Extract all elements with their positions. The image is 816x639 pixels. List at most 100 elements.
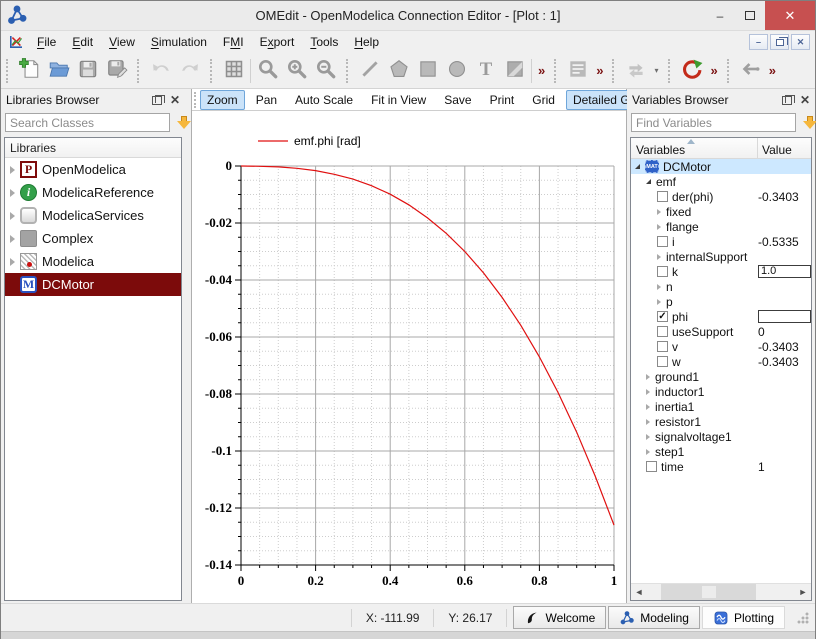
expand-icon[interactable]: [657, 284, 661, 290]
simulation-output-button[interactable]: [563, 56, 592, 85]
variable-checkbox[interactable]: [657, 191, 668, 202]
new-file-button[interactable]: [15, 56, 44, 85]
mdi-restore-button[interactable]: [770, 34, 789, 50]
menu-fmi[interactable]: FMI: [215, 32, 252, 52]
mdi-minimize-button[interactable]: –: [749, 34, 768, 50]
variable-row-fixed[interactable]: fixed: [631, 204, 811, 219]
plot-auto-scale-button[interactable]: Auto Scale: [288, 90, 360, 110]
toolbar-overflow-button[interactable]: »: [592, 63, 606, 78]
plot-save-button[interactable]: Save: [437, 90, 478, 110]
expand-icon[interactable]: [646, 434, 650, 440]
variable-row-ground1[interactable]: ground1: [631, 369, 811, 384]
variable-checkbox[interactable]: ✓: [657, 311, 668, 322]
menu-export[interactable]: Export: [252, 32, 303, 52]
expand-icon[interactable]: [10, 235, 15, 243]
switch-window-button[interactable]: [621, 56, 650, 85]
library-item-dcmotor[interactable]: MDCMotor: [5, 273, 181, 296]
scroll-left-icon[interactable]: ◄: [631, 587, 647, 597]
expand-icon[interactable]: [10, 212, 15, 220]
variable-row-der-phi-[interactable]: der(phi)-0.3403: [631, 189, 811, 204]
dropdown-caret-icon[interactable]: ▾: [650, 66, 662, 75]
variable-row-emf[interactable]: emf: [631, 174, 811, 189]
grid-button[interactable]: [219, 56, 248, 85]
expand-icon[interactable]: [10, 189, 15, 197]
zoom-out-button[interactable]: [311, 56, 340, 85]
variable-row-signalvoltage1[interactable]: signalvoltage1: [631, 429, 811, 444]
menu-simulation[interactable]: Simulation: [143, 32, 215, 52]
menu-tools[interactable]: Tools: [302, 32, 346, 52]
expand-icon[interactable]: [646, 449, 650, 455]
expand-icon[interactable]: [10, 166, 15, 174]
variable-row-resistor1[interactable]: resistor1: [631, 414, 811, 429]
toolbar-drag-handle[interactable]: [210, 59, 214, 83]
variable-row-inertia1[interactable]: inertia1: [631, 399, 811, 414]
search-scope-button[interactable]: [174, 114, 181, 132]
resize-grip[interactable]: [797, 612, 809, 624]
bitmap-shape-button[interactable]: [500, 56, 529, 85]
expand-icon[interactable]: [646, 404, 650, 410]
plotting-view-button[interactable]: Plotting: [702, 606, 785, 629]
menu-view[interactable]: View: [101, 32, 143, 52]
minimize-window-button[interactable]: –: [705, 1, 735, 30]
toolbar-drag-handle[interactable]: [554, 59, 558, 83]
toolbar-overflow-button[interactable]: »: [706, 63, 720, 78]
maximize-window-button[interactable]: [735, 1, 765, 30]
toolbar-overflow-button[interactable]: »: [534, 63, 548, 78]
library-item-modelicaservices[interactable]: ModelicaServices: [5, 204, 181, 227]
variable-row-dcmotor[interactable]: MATDCMotor: [631, 159, 811, 174]
library-item-modelicareference[interactable]: iModelicaReference: [5, 181, 181, 204]
toolbar-drag-handle[interactable]: [346, 59, 350, 83]
rectangle-shape-button[interactable]: [413, 56, 442, 85]
toolbar-drag-handle[interactable]: [137, 59, 141, 83]
variable-checkbox[interactable]: [657, 236, 668, 247]
variable-row-n[interactable]: n: [631, 279, 811, 294]
mdi-close-button[interactable]: ✕: [791, 34, 810, 50]
plot-canvas[interactable]: 00.20.40.60.810-0.02-0.04-0.06-0.08-0.1-…: [192, 111, 626, 603]
close-dock-icon[interactable]: ✕: [800, 95, 810, 105]
reset-zoom-button[interactable]: [253, 56, 282, 85]
close-dock-icon[interactable]: ✕: [170, 95, 180, 105]
variables-filter-button[interactable]: [800, 114, 811, 132]
expand-icon[interactable]: [646, 419, 650, 425]
expand-icon[interactable]: [657, 254, 661, 260]
find-variables-input[interactable]: [631, 113, 796, 132]
variable-value-input[interactable]: [758, 310, 811, 323]
expand-icon[interactable]: [657, 299, 661, 305]
toolbar-drag-handle[interactable]: [6, 59, 10, 83]
variable-row-inductor1[interactable]: inductor1: [631, 384, 811, 399]
collapse-icon[interactable]: [646, 179, 651, 184]
variable-row-i[interactable]: i-0.5335: [631, 234, 811, 249]
variable-checkbox[interactable]: [657, 326, 668, 337]
library-item-complex[interactable]: Complex: [5, 227, 181, 250]
library-item-modelica[interactable]: Modelica: [5, 250, 181, 273]
text-shape-button[interactable]: T: [471, 56, 500, 85]
library-item-openmodelica[interactable]: POpenModelica: [5, 158, 181, 181]
variable-row-phi[interactable]: ✓phi: [631, 309, 811, 324]
polygon-shape-button[interactable]: [384, 56, 413, 85]
float-dock-icon[interactable]: [782, 95, 794, 105]
variable-row-time[interactable]: time1: [631, 459, 811, 474]
expand-icon[interactable]: [646, 389, 650, 395]
sort-ascending-icon[interactable]: [687, 139, 695, 144]
variable-row-p[interactable]: p: [631, 294, 811, 309]
variable-row-w[interactable]: w-0.3403: [631, 354, 811, 369]
zoom-in-button[interactable]: [282, 56, 311, 85]
welcome-view-button[interactable]: Welcome: [513, 606, 606, 629]
redo-button[interactable]: [175, 56, 204, 85]
search-classes-input[interactable]: [5, 113, 170, 132]
collapse-icon[interactable]: [635, 164, 640, 169]
ellipse-shape-button[interactable]: [442, 56, 471, 85]
menu-edit[interactable]: Edit: [64, 32, 101, 52]
close-window-button[interactable]: ✕: [765, 1, 815, 30]
variable-checkbox[interactable]: [646, 461, 657, 472]
modeling-view-button[interactable]: Modeling: [608, 606, 700, 629]
expand-icon[interactable]: [10, 258, 15, 266]
toolbar-drag-handle[interactable]: [612, 59, 616, 83]
plot-grid-button[interactable]: Grid: [525, 90, 562, 110]
save-button[interactable]: [73, 56, 102, 85]
expand-icon[interactable]: [646, 374, 650, 380]
plot-pan-button[interactable]: Pan: [249, 90, 284, 110]
variable-checkbox[interactable]: [657, 341, 668, 352]
open-model-button[interactable]: [44, 56, 73, 85]
toolbar-drag-handle[interactable]: [727, 59, 731, 83]
